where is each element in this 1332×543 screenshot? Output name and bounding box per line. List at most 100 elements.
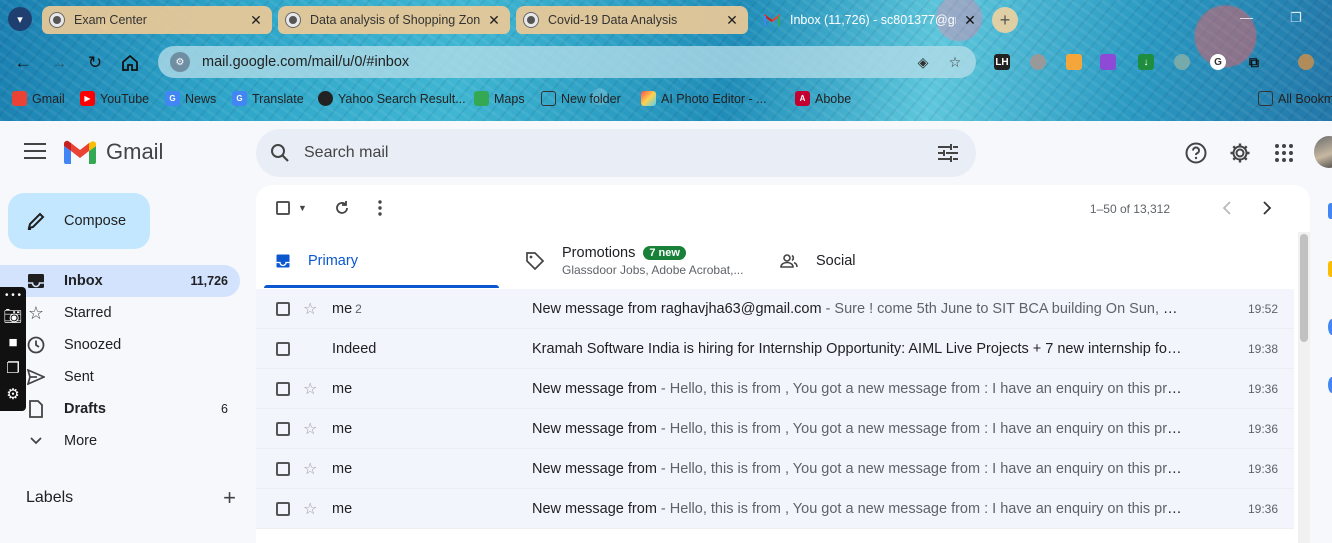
bookmark-folder[interactable]: New folder bbox=[541, 91, 621, 106]
email-time: 19:38 bbox=[1247, 342, 1278, 356]
back-icon[interactable]: ← bbox=[12, 52, 34, 74]
row-checkbox[interactable] bbox=[276, 342, 290, 356]
restore-icon[interactable]: ❐ bbox=[1290, 10, 1302, 26]
scrollbar-thumb[interactable] bbox=[1300, 234, 1308, 342]
star-icon[interactable]: ☆ bbox=[303, 459, 317, 479]
email-row[interactable]: ☆ me New message from - Hello, this is f… bbox=[256, 449, 1294, 489]
extension-orange-icon[interactable] bbox=[1066, 54, 1082, 70]
checkbox[interactable] bbox=[276, 201, 290, 215]
tab-social[interactable]: Social bbox=[780, 233, 856, 289]
eye-icon[interactable]: ◈ bbox=[912, 54, 934, 71]
settings-gear-icon[interactable] bbox=[1228, 141, 1252, 165]
home-icon[interactable] bbox=[119, 52, 141, 74]
sidebar-item-sent[interactable]: Sent bbox=[0, 361, 240, 393]
extension-g-icon[interactable]: G bbox=[1210, 54, 1226, 70]
row-checkbox[interactable] bbox=[276, 382, 290, 396]
bookmark-ai-photo[interactable]: AI Photo Editor - ... bbox=[641, 91, 767, 106]
tab-primary[interactable]: Primary bbox=[276, 233, 358, 289]
sidebar-item-more[interactable]: More bbox=[0, 425, 240, 457]
contacts-icon[interactable] bbox=[1328, 377, 1332, 393]
email-row[interactable]: ☆ me 2 New message from raghavjha63@gmail… bbox=[256, 289, 1294, 329]
profile-avatar[interactable] bbox=[1298, 54, 1314, 70]
close-icon[interactable]: ✕ bbox=[962, 12, 978, 29]
main-menu-icon[interactable] bbox=[24, 143, 46, 161]
bookmark-maps[interactable]: Maps bbox=[474, 91, 525, 106]
row-checkbox[interactable] bbox=[276, 462, 290, 476]
tab-search-button[interactable]: ▾ bbox=[8, 7, 32, 31]
browser-tab-exam-center[interactable]: Exam Center ✕ bbox=[42, 6, 272, 34]
puzzle-icon[interactable]: ⧉ bbox=[1246, 54, 1262, 70]
row-checkbox[interactable] bbox=[276, 422, 290, 436]
more-dots-icon[interactable]: • • • bbox=[0, 287, 26, 303]
search-bar[interactable] bbox=[256, 129, 976, 177]
calendar-icon[interactable] bbox=[1328, 203, 1332, 219]
select-all-checkbox[interactable]: ▼ bbox=[276, 201, 307, 215]
star-icon[interactable]: ☆ bbox=[303, 379, 317, 399]
browser-tab-covid[interactable]: Covid-19 Data Analysis ✕ bbox=[516, 6, 748, 34]
more-vert-icon[interactable] bbox=[378, 200, 382, 216]
bookmark-youtube[interactable]: ▶ YouTube bbox=[80, 91, 149, 106]
chevron-left-icon[interactable] bbox=[1222, 200, 1232, 216]
close-icon[interactable]: ✕ bbox=[486, 12, 502, 29]
extension-lh-icon[interactable]: LH bbox=[994, 54, 1010, 70]
minimize-icon[interactable]: — bbox=[1240, 10, 1253, 25]
chevron-right-icon[interactable] bbox=[1262, 200, 1272, 216]
row-checkbox[interactable] bbox=[276, 302, 290, 316]
extension-purple-icon[interactable] bbox=[1100, 54, 1116, 70]
sender-name: me bbox=[332, 421, 353, 437]
gear-icon[interactable]: ⚙ bbox=[0, 381, 26, 407]
bookmark-yahoo[interactable]: Yahoo Search Result... bbox=[318, 91, 466, 106]
browser-tab-shopping-zone[interactable]: Data analysis of Shopping Zone ✕ bbox=[278, 6, 510, 34]
close-icon[interactable]: ✕ bbox=[724, 12, 740, 29]
sidebar-item-inbox[interactable]: Inbox 11,726 bbox=[0, 265, 240, 297]
add-label-icon[interactable]: + bbox=[223, 485, 236, 511]
browser-tab-inbox[interactable]: Inbox (11,726) - sc801377@gm ✕ bbox=[756, 6, 986, 34]
bookmark-gmail[interactable]: Gmail bbox=[12, 91, 65, 106]
gmail-logo[interactable]: Gmail bbox=[64, 139, 163, 165]
tasks-icon[interactable] bbox=[1328, 319, 1332, 335]
email-row[interactable]: Indeed Kramah Software India is hiring f… bbox=[256, 329, 1294, 369]
bookmark-star-icon[interactable]: ☆ bbox=[944, 54, 966, 71]
extension-target-icon[interactable] bbox=[1174, 54, 1190, 70]
sidebar-item-drafts[interactable]: Drafts 6 bbox=[0, 393, 240, 425]
extension-circle-icon[interactable] bbox=[1030, 54, 1046, 70]
angular-icon: A bbox=[795, 91, 810, 106]
url-text[interactable]: mail.google.com/mail/u/0/#inbox bbox=[202, 54, 912, 70]
window-capture-icon[interactable]: ❐ bbox=[0, 355, 26, 381]
site-info-icon[interactable]: ⚙ bbox=[170, 52, 190, 72]
vertical-scrollbar[interactable] bbox=[1298, 232, 1310, 543]
bookmark-translate[interactable]: G Translate bbox=[232, 91, 304, 106]
forward-icon[interactable]: → bbox=[48, 52, 70, 74]
address-bar[interactable]: ⚙ mail.google.com/mail/u/0/#inbox ◈ ☆ bbox=[158, 46, 976, 78]
apps-grid-icon[interactable] bbox=[1272, 141, 1296, 165]
compose-button[interactable]: Compose bbox=[8, 193, 150, 249]
video-icon[interactable]: ■ bbox=[0, 329, 26, 355]
all-bookmarks[interactable]: All Bookma bbox=[1258, 91, 1332, 106]
star-icon[interactable]: ☆ bbox=[303, 419, 317, 439]
bookmark-abobe[interactable]: A Abobe bbox=[795, 91, 851, 106]
bookmarks-bar: Gmail ▶ YouTube G News G Translate Yahoo Se… bbox=[0, 88, 1332, 112]
reload-icon[interactable]: ↻ bbox=[84, 52, 106, 74]
new-tab-button[interactable]: + bbox=[992, 7, 1018, 33]
help-icon[interactable] bbox=[1184, 141, 1208, 165]
email-row[interactable]: ☆ me New message from - Hello, this is f… bbox=[256, 369, 1294, 409]
email-row[interactable]: ☆ me New message from - Hello, this is f… bbox=[256, 409, 1294, 449]
keep-icon[interactable] bbox=[1328, 261, 1332, 277]
bookmark-news[interactable]: G News bbox=[165, 91, 216, 106]
search-options-icon[interactable] bbox=[920, 144, 976, 162]
camera-icon[interactable]: 📷︎ bbox=[0, 303, 26, 329]
tab-promotions[interactable]: Promotions 7 new Glassdoor Jobs, Adobe A… bbox=[526, 233, 743, 289]
account-avatar[interactable] bbox=[1314, 136, 1332, 168]
sidebar-item-snoozed[interactable]: Snoozed bbox=[0, 329, 240, 361]
email-row[interactable]: ☆ me New message from - Hello, this is f… bbox=[256, 489, 1294, 529]
sidebar-item-starred[interactable]: ☆ Starred bbox=[0, 297, 240, 329]
star-icon[interactable]: ☆ bbox=[303, 299, 317, 319]
caret-down-icon[interactable]: ▼ bbox=[298, 203, 307, 213]
star-icon[interactable]: ☆ bbox=[303, 499, 317, 519]
row-checkbox[interactable] bbox=[276, 502, 290, 516]
search-input[interactable] bbox=[304, 144, 920, 162]
download-icon[interactable]: ↓ bbox=[1138, 54, 1154, 70]
search-icon[interactable] bbox=[256, 143, 304, 163]
refresh-icon[interactable] bbox=[334, 200, 350, 216]
close-icon[interactable]: ✕ bbox=[248, 12, 264, 29]
